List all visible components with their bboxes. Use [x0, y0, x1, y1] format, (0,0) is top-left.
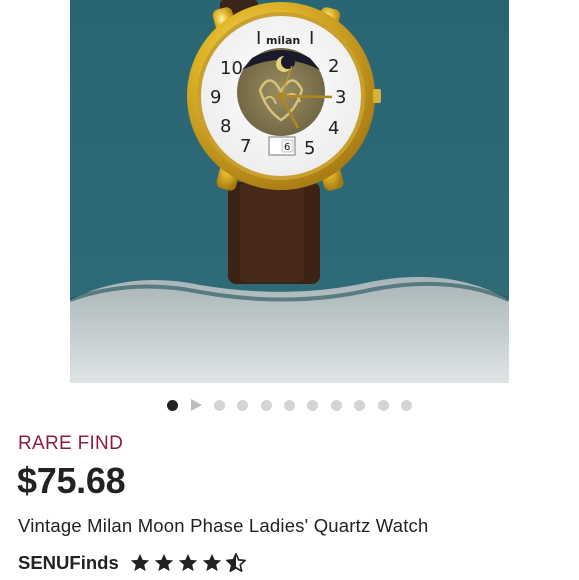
gallery-dot-5[interactable] [260, 399, 272, 411]
gallery-dot-6[interactable] [284, 399, 295, 411]
dial-number: 9 [210, 87, 221, 108]
date-window: 6 [284, 142, 290, 153]
star-full-icon [202, 553, 221, 572]
shop-info: SENUFinds [18, 551, 249, 575]
product-image[interactable]: I I milan 10 2 3 9 8 4 7 5 6 [70, 0, 509, 383]
gallery-dot-11[interactable] [400, 399, 412, 411]
price: $75.68 [17, 460, 126, 501]
gallery-dot-8[interactable] [330, 399, 342, 411]
dial-number: 7 [240, 136, 251, 157]
star-full-icon [130, 553, 149, 572]
shop-name-link[interactable]: SENUFinds [18, 552, 119, 574]
brand-mark: milan [266, 34, 300, 47]
star-full-icon [154, 553, 173, 572]
gallery-dot-9[interactable] [354, 399, 366, 411]
dial-number: 8 [220, 116, 231, 137]
rating-stars[interactable] [129, 552, 249, 574]
dial-number: 5 [304, 138, 315, 159]
listing-title: Vintage Milan Moon Phase Ladies' Quartz … [18, 515, 429, 536]
gallery-dot-10[interactable] [377, 399, 389, 411]
dial-number: 4 [328, 118, 339, 139]
dial-number: 3 [335, 87, 346, 108]
gallery-dot-3[interactable] [213, 399, 225, 411]
gallery-dot-7[interactable] [307, 399, 319, 411]
gallery-pagination [0, 397, 579, 413]
gallery-dot-1[interactable] [167, 399, 179, 411]
listing-page: I I milan 10 2 3 9 8 4 7 5 6 RARE FIND $… [0, 0, 579, 580]
svg-text:I: I [256, 28, 261, 49]
watch-photo: I I milan 10 2 3 9 8 4 7 5 6 [70, 0, 509, 383]
dial-number: 2 [328, 56, 339, 77]
dial-number: 10 [220, 58, 243, 79]
star-full-icon [178, 553, 197, 572]
rare-find-badge: RARE FIND [18, 433, 124, 454]
gallery-dot-4[interactable] [237, 399, 249, 411]
video-play-icon[interactable] [190, 399, 202, 411]
star-half-icon [225, 553, 246, 572]
svg-text:I: I [309, 28, 314, 49]
